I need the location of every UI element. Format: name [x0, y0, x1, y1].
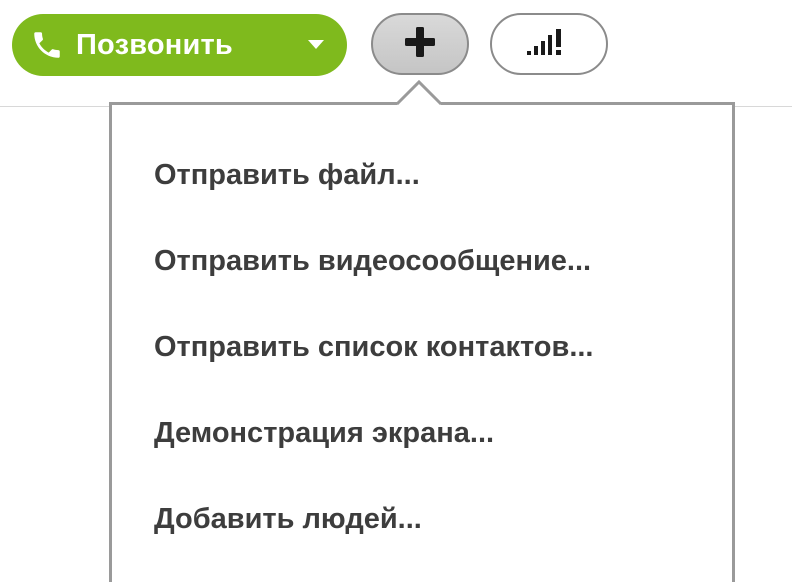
phone-icon — [28, 26, 66, 64]
menu-item-send-video-message[interactable]: Отправить видеосообщение... — [154, 236, 591, 286]
plus-icon — [402, 24, 438, 65]
add-menu: Отправить файл... Отправить видеосообщен… — [109, 102, 735, 582]
menu-item-send-file[interactable]: Отправить файл... — [154, 150, 420, 200]
add-button[interactable] — [371, 13, 469, 75]
menu-item-screen-share[interactable]: Демонстрация экрана... — [154, 408, 494, 458]
menu-item-send-contacts[interactable]: Отправить список контактов... — [154, 322, 594, 372]
menu-item-add-people[interactable]: Добавить людей... — [154, 494, 422, 544]
call-toolbar: Позвонить — [0, 0, 792, 100]
chevron-down-icon[interactable] — [307, 38, 325, 50]
signal-strength-icon — [524, 27, 574, 62]
call-button-label: Позвонить — [76, 28, 233, 61]
call-quality-button[interactable] — [490, 13, 608, 75]
call-button[interactable]: Позвонить — [12, 14, 347, 76]
